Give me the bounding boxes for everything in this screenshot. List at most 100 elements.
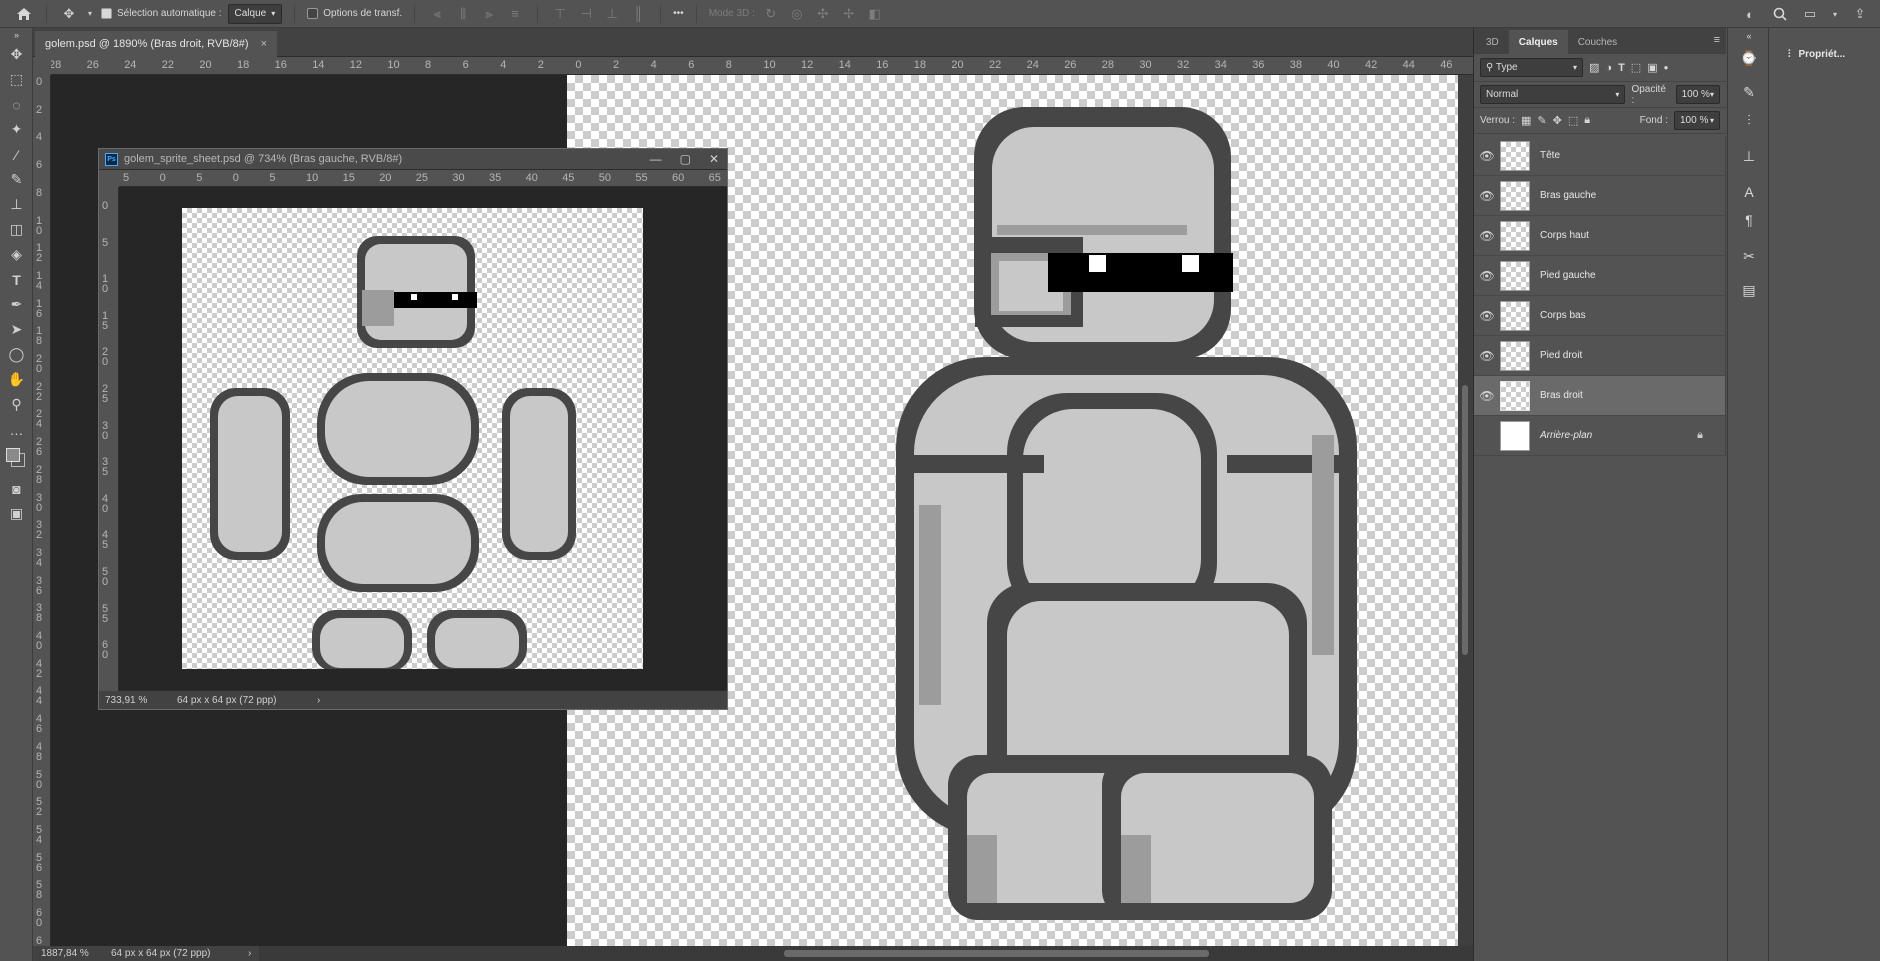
paragraph-icon[interactable]: ¶ — [1728, 206, 1770, 234]
scroll-thumb[interactable] — [784, 950, 1210, 957]
chevron-down-icon[interactable]: ▾ — [85, 4, 95, 24]
rotate-3d-icon[interactable]: ↻ — [761, 4, 781, 24]
layer-name[interactable]: Bras droit — [1540, 390, 1583, 401]
transform-controls-checkbox[interactable]: Options de transf. — [307, 7, 402, 19]
zoom-value[interactable]: 1887,84 % — [33, 948, 111, 959]
chevron-down-icon[interactable]: ▾ — [1830, 4, 1840, 24]
distribute-icon[interactable]: ║ — [628, 4, 648, 24]
properties-tab[interactable]: ⫶ Propriét... — [1770, 28, 1880, 80]
visibility-eye-icon[interactable]: 👁︎ — [1474, 269, 1500, 283]
visibility-off-icon[interactable]: ▫ — [1474, 429, 1500, 443]
sprite-sheet-canvas-area[interactable] — [119, 187, 727, 690]
close-icon[interactable]: ✕ — [709, 152, 719, 166]
layer-name[interactable]: Corps haut — [1540, 230, 1589, 241]
drag-3d-icon[interactable]: ✣ — [813, 4, 833, 24]
layer-row-corps-bas[interactable]: 👁︎ Corps bas — [1474, 296, 1725, 336]
floating-document-window[interactable]: Ps golem_sprite_sheet.psd @ 734% (Bras g… — [98, 148, 728, 710]
filter-shape-icon[interactable]: ⬚ — [1631, 61, 1641, 74]
workspace-icon[interactable]: ▭ — [1800, 4, 1820, 24]
zoom-tool-icon[interactable]: ⚲ — [0, 392, 33, 417]
eraser-tool-icon[interactable]: ◫ — [0, 217, 33, 242]
close-icon[interactable]: × — [261, 38, 267, 50]
lock-position-icon[interactable]: ✥ — [1553, 114, 1562, 127]
zoom-value[interactable]: 733,91 % — [99, 695, 177, 706]
layer-row-bras-droit[interactable]: 👁︎ Bras droit — [1474, 376, 1725, 416]
blend-mode-dropdown[interactable]: Normal ▾ — [1480, 85, 1626, 104]
layer-row-arriere-plan[interactable]: ▫ Arrière-plan 🔒︎ — [1474, 416, 1725, 456]
align-left-icon[interactable]: ⫷ — [427, 4, 447, 24]
visibility-eye-icon[interactable]: 👁︎ — [1474, 389, 1500, 403]
layer-name[interactable]: Bras gauche — [1540, 190, 1596, 201]
screen-mode-icon[interactable]: ▣ — [0, 501, 33, 526]
share-icon[interactable]: ⇪ — [1850, 4, 1870, 24]
move-tool-icon[interactable]: ✥ — [59, 4, 79, 24]
pen-tool-icon[interactable]: ✒ — [0, 292, 33, 317]
home-icon[interactable] — [14, 4, 34, 24]
horizontal-ruler[interactable]: 2826242220181614121086420246810121416182… — [51, 57, 1473, 75]
brush-settings-icon[interactable]: ✎ — [1728, 78, 1770, 106]
align-center-icon[interactable]: ⫼ — [453, 4, 473, 24]
brush-tool-icon[interactable]: ✎ — [0, 167, 33, 192]
type-tool-icon[interactable]: T — [0, 267, 33, 292]
fill-input[interactable]: 100 % ▾ — [1674, 111, 1720, 130]
lock-all-icon[interactable]: 🔒︎ — [1584, 114, 1590, 127]
lasso-tool-icon[interactable]: ◌ — [0, 92, 33, 117]
layer-row-pied-droit[interactable]: 👁︎ Pied droit — [1474, 336, 1725, 376]
align-bottom-icon[interactable]: ⊥ — [602, 4, 622, 24]
clone-source-icon[interactable]: ⊥ — [1728, 142, 1770, 170]
tab-3d[interactable]: 3D — [1476, 30, 1509, 54]
visibility-eye-icon[interactable]: 👁︎ — [1474, 349, 1500, 363]
filter-toggle-icon[interactable]: ● — [1664, 63, 1669, 72]
layer-name[interactable]: Corps bas — [1540, 310, 1586, 321]
hand-tool-icon[interactable]: ✋ — [0, 367, 33, 392]
panel-menu-icon[interactable]: ≡ — [1714, 34, 1720, 46]
visibility-eye-icon[interactable]: 👁︎ — [1474, 229, 1500, 243]
layer-row-tete[interactable]: 👁︎ Tête — [1474, 136, 1725, 176]
vertical-scrollbar[interactable] — [1458, 75, 1473, 946]
layer-name[interactable]: Pied gauche — [1540, 270, 1596, 281]
camera-3d-icon[interactable]: ◧ — [865, 4, 885, 24]
visibility-eye-icon[interactable]: 👁︎ — [1474, 149, 1500, 163]
marquee-tool-icon[interactable]: ⬚ — [0, 67, 33, 92]
ellipse-tool-icon[interactable]: ◯ — [0, 342, 33, 367]
more-tools-icon[interactable]: … — [0, 417, 33, 442]
chevron-right-icon[interactable]: › — [248, 948, 251, 959]
lock-icon[interactable]: 🔒︎ — [1697, 429, 1703, 442]
visibility-eye-icon[interactable]: 👁︎ — [1474, 309, 1500, 323]
filter-smart-icon[interactable]: ▣ — [1647, 61, 1657, 74]
color-swatches-icon[interactable] — [0, 442, 33, 476]
horizontal-ruler[interactable]: 5050510152025303540455055606570 — [119, 170, 727, 187]
stamp-tool-icon[interactable]: ⊥ — [0, 192, 33, 217]
lock-pixels-icon[interactable]: ▦ — [1521, 114, 1531, 127]
paint-bucket-icon[interactable]: ◈ — [0, 242, 33, 267]
lock-artboard-icon[interactable]: ⬚ — [1568, 114, 1578, 127]
opacity-input[interactable]: 100 % ▾ — [1675, 85, 1720, 104]
align-middle-icon[interactable]: ⊣ — [576, 4, 596, 24]
path-selection-icon[interactable]: ➤ — [0, 317, 33, 342]
user-share-icon[interactable]: ◐ — [1740, 4, 1760, 24]
collapse-arrows-icon[interactable]: « — [1728, 28, 1770, 44]
adjustments-icon[interactable]: ⫶ — [1728, 106, 1770, 134]
align-right-icon[interactable]: ⫸ — [479, 4, 499, 24]
layer-name[interactable]: Pied droit — [1540, 350, 1582, 361]
visibility-eye-icon[interactable]: 👁︎ — [1474, 189, 1500, 203]
filter-pixel-icon[interactable]: ▨ — [1589, 61, 1599, 74]
layer-name[interactable]: Tête — [1540, 150, 1560, 161]
layer-row-corps-haut[interactable]: 👁︎ Corps haut — [1474, 216, 1725, 256]
notes-icon[interactable]: ▤ — [1728, 276, 1770, 304]
layer-name[interactable]: Arrière-plan — [1540, 430, 1592, 441]
more-options-button[interactable]: ••• — [673, 8, 684, 19]
history-icon[interactable]: ⌚ — [1728, 44, 1770, 72]
tab-layers[interactable]: Calques — [1508, 30, 1568, 54]
align-vertical-icon[interactable]: ≡ — [505, 4, 525, 24]
slide-3d-icon[interactable]: ✢ — [839, 4, 859, 24]
filter-type-dropdown[interactable]: ⚲ Type ▾ — [1480, 58, 1583, 77]
quick-mask-icon[interactable]: ◙ — [0, 476, 33, 501]
filter-type-icon[interactable]: T — [1618, 62, 1625, 74]
auto-select-target-dropdown[interactable]: Calque ▾ — [227, 3, 283, 24]
character-icon[interactable]: A — [1728, 178, 1770, 206]
vertical-ruler[interactable]: 0 2 4 6 8 1 0 1 2 1 4 1 6 1 8 2 0 2 2 2 4 2 6 2 8 3 0 3 … — [33, 75, 51, 946]
vertical-ruler[interactable]: 0 5 1 0 1 5 2 0 2 5 3 0 3 5 4 0 4 5 5 0 5 5 6 0 — [99, 187, 119, 691]
scroll-thumb[interactable] — [1462, 385, 1468, 655]
search-icon[interactable] — [1770, 4, 1790, 24]
